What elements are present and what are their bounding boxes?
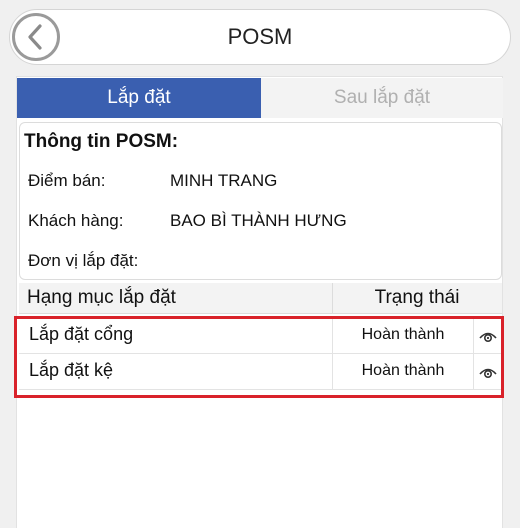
posm-info-card: Thông tin POSM: Điểm bán: MINH TRANG Khá… xyxy=(19,122,502,280)
page-title: POSM xyxy=(227,24,293,49)
tab-sau-lap-dat[interactable]: Sau lắp đặt xyxy=(261,78,503,118)
info-heading: Thông tin POSM: xyxy=(24,131,179,152)
tab-lap-dat[interactable]: Lắp đặt xyxy=(17,78,261,118)
item-status: Hoàn thành xyxy=(361,362,445,379)
table-header: Hạng mục lắp đặt Trạng thái xyxy=(19,283,502,314)
info-value: MINH TRANG xyxy=(170,171,278,190)
table-body: Lắp đặt cổng Hoàn thành Lắp đặt kệ Hoàn … xyxy=(19,318,502,390)
info-label: Khách hàng: xyxy=(28,211,124,230)
item-name: Lắp đặt cổng xyxy=(29,324,134,344)
info-value: BAO BÌ THÀNH HƯNG xyxy=(170,211,347,230)
info-label: Điểm bán: xyxy=(28,171,106,190)
eye-icon[interactable] xyxy=(478,363,498,381)
item-status: Hoàn thành xyxy=(361,326,445,343)
eye-icon[interactable] xyxy=(478,327,498,345)
info-label: Đơn vị lắp đặt: xyxy=(28,251,139,270)
cell-divider xyxy=(473,354,474,390)
content-panel: Lắp đặt Sau lắp đặt Thông tin POSM: Điểm… xyxy=(16,76,503,528)
table-row[interactable]: Lắp đặt cổng Hoàn thành xyxy=(19,318,502,354)
header-bar: POSM xyxy=(9,9,511,65)
column-header-item: Hạng mục lắp đặt xyxy=(27,287,176,308)
column-header-status: Trạng thái xyxy=(374,287,460,308)
cell-divider xyxy=(473,318,474,354)
item-name: Lắp đặt kệ xyxy=(29,360,114,380)
table-row[interactable]: Lắp đặt kệ Hoàn thành xyxy=(19,354,502,390)
